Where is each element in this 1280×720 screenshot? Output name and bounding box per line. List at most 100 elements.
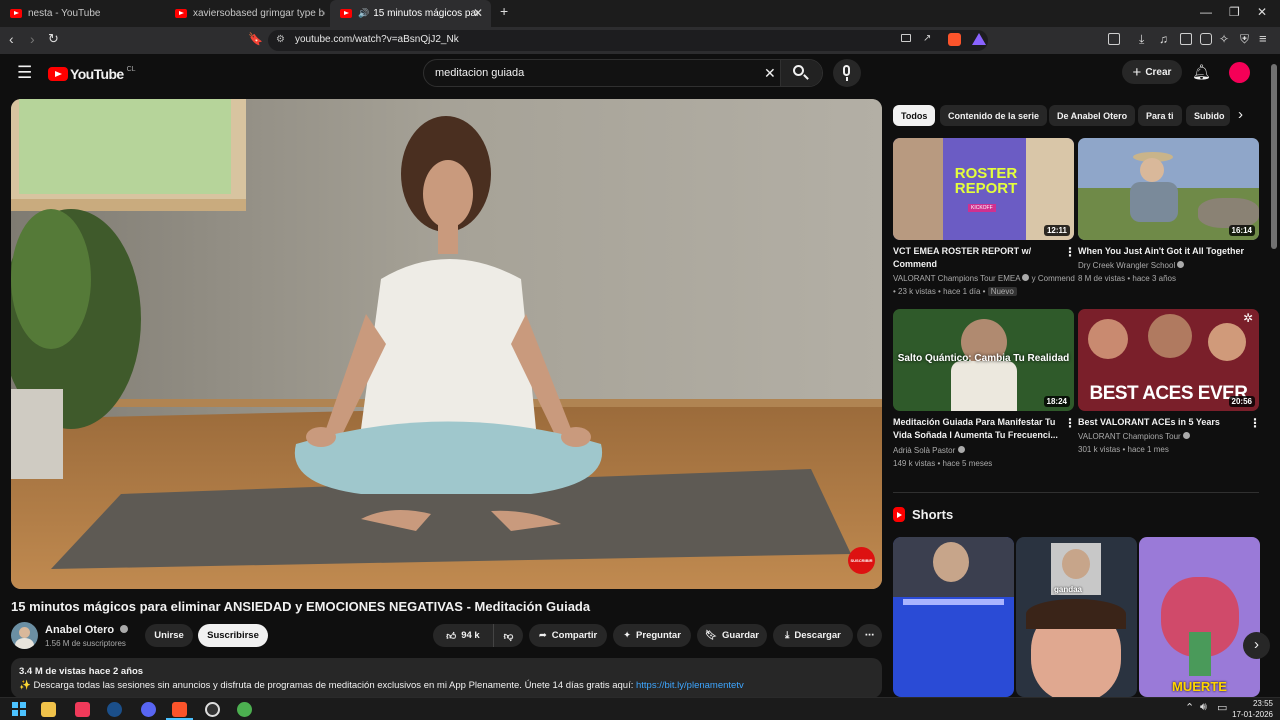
video-thumbnail[interactable]: ROSTER REPORT KICKOFF 12:11	[893, 138, 1074, 240]
clock[interactable]: 23:55 17-01-2026	[1229, 698, 1273, 720]
chips-next-icon[interactable]: ›	[1238, 106, 1243, 123]
download-button[interactable]: ⤓ Descargar	[773, 624, 853, 647]
video-player[interactable]: SUSCRIBIR	[11, 99, 882, 589]
view-count-date: 3.4 M de vistas hace 2 años	[19, 666, 144, 677]
divider	[893, 492, 1259, 493]
short-card[interactable]	[893, 537, 1014, 697]
join-button[interactable]: Unirse	[145, 624, 193, 647]
video-thumbnail[interactable]: Salto Quántico: Cambia Tu Realidad 18:24	[893, 309, 1074, 411]
bookmark-icon[interactable]: 🔖	[248, 32, 263, 46]
related-title[interactable]: When You Just Ain't Got it All Together	[1078, 245, 1246, 258]
site-settings-icon[interactable]: ⚙	[276, 34, 285, 45]
more-vertical-icon[interactable]: ⋮	[1064, 416, 1076, 430]
chip-series[interactable]: Contenido de la serie	[940, 105, 1048, 126]
shorts-header: Shorts	[893, 507, 953, 522]
downloads-icon[interactable]: ⤓	[1139, 32, 1144, 47]
back-icon[interactable]: ‹	[9, 31, 14, 47]
youtube-favicon-icon	[340, 9, 352, 18]
search-button[interactable]	[780, 60, 822, 86]
discord-icon[interactable]	[141, 702, 156, 717]
notifications-bell-icon[interactable]: 🔔︎	[1192, 63, 1211, 81]
volume-icon[interactable]: 🔊︎	[1200, 701, 1207, 714]
shorts-next-button[interactable]: ›	[1243, 632, 1270, 659]
guide-menu-icon[interactable]: ☰	[17, 63, 32, 83]
chip-all[interactable]: Todos	[893, 105, 936, 126]
tray-overflow-icon[interactable]: ⌃	[1185, 701, 1194, 714]
page-scrollbar[interactable]	[1271, 64, 1277, 249]
address-bar[interactable]: ⚙ youtube.com/watch?v=aBsnQjJ2_Nk ↗	[268, 30, 988, 51]
verified-icon	[1182, 432, 1190, 439]
subscribe-button[interactable]: Suscribirse	[198, 624, 268, 647]
share-button[interactable]: ➦ Compartir	[529, 624, 607, 647]
browser-tab[interactable]: xaviersobased grimgar type beat - Yo	[165, 0, 325, 27]
more-vertical-icon[interactable]: ⋮	[1249, 416, 1261, 430]
forward-icon[interactable]: ›	[30, 31, 35, 47]
media-icon[interactable]: ♫	[1159, 32, 1168, 46]
description-link[interactable]: https://bit.ly/plenamentetv	[636, 680, 744, 691]
brave-rewards-icon[interactable]	[972, 33, 986, 45]
chip-uploaded[interactable]: Subido	[1186, 105, 1230, 126]
cast-icon[interactable]	[901, 34, 911, 42]
leo-ai-icon[interactable]: ✧	[1219, 32, 1229, 46]
brave-browser-icon[interactable]	[172, 702, 187, 717]
chip-channel[interactable]: De Anabel Otero	[1049, 105, 1136, 126]
video-thumbnail[interactable]: BEST ACES EVER ✲ 20:56	[1078, 309, 1259, 411]
channel-name[interactable]: Anabel Otero	[45, 624, 114, 636]
dislike-button[interactable]: 👎︎	[493, 624, 523, 647]
chip-for-you[interactable]: Para ti	[1138, 105, 1182, 126]
browser-tab[interactable]: nesta - YouTube	[0, 0, 165, 27]
restore-icon[interactable]: ❐	[1229, 5, 1240, 19]
related-meta: 301 k vistas • hace 1 mes	[1078, 445, 1169, 454]
channel-avatar[interactable]	[11, 622, 38, 649]
related-channel[interactable]: VALORANT Champions Tour	[1078, 430, 1190, 443]
description-box[interactable]: 3.4 M de vistas hace 2 años ✨ Descarga t…	[11, 658, 882, 698]
like-button[interactable]: 👍︎ 94 k	[433, 624, 493, 647]
wallet-icon[interactable]	[1200, 33, 1212, 45]
more-vertical-icon[interactable]: ⋮	[1064, 245, 1076, 259]
account-avatar[interactable]	[1229, 62, 1250, 83]
menu-icon[interactable]: ≡	[1259, 31, 1267, 46]
network-icon[interactable]: ▭	[1217, 701, 1227, 714]
short-card[interactable]: gandaa	[1016, 537, 1137, 697]
reload-icon[interactable]: ↻	[48, 31, 59, 47]
channel-name-row[interactable]: Anabel Otero	[45, 624, 129, 636]
thumbs-up-icon: 👍︎	[446, 630, 457, 642]
tab-close-icon[interactable]: ✕	[473, 6, 483, 20]
youtube-logo[interactable]: YouTube CL	[48, 66, 136, 82]
clear-search-icon[interactable]: ✕	[764, 65, 776, 82]
windows-start-icon[interactable]	[12, 702, 27, 717]
app-icon[interactable]	[237, 702, 252, 717]
save-button[interactable]: 🔖︎ Guardar	[697, 624, 767, 647]
voice-search-button[interactable]	[833, 59, 861, 87]
ask-button[interactable]: ✦ Preguntar	[613, 624, 691, 647]
related-channel[interactable]: VALORANT Champions Tour EMEA y Commend	[893, 272, 1075, 285]
tab-search-icon[interactable]	[1108, 33, 1120, 45]
related-channel[interactable]: Dry Creek Wrangler School	[1078, 259, 1185, 272]
create-button[interactable]: + Crear	[1122, 60, 1182, 84]
related-title[interactable]: Best VALORANT ACEs in 5 Years	[1078, 416, 1246, 429]
youtube-favicon-icon	[10, 9, 22, 18]
brave-shields-icon[interactable]	[948, 33, 961, 46]
title-line: Best VALORANT ACEs in 5 Years	[1078, 417, 1220, 427]
steam-icon[interactable]	[107, 702, 122, 717]
vpn-shield-icon[interactable]: ⛨	[1240, 32, 1249, 47]
short-card[interactable]: MUERTE	[1139, 537, 1260, 697]
subscribe-watermark[interactable]: SUSCRIBIR	[848, 547, 875, 574]
related-title[interactable]: VCT EMEA ROSTER REPORT w/ Commend	[893, 245, 1058, 271]
search-input[interactable]: meditacion guiada ✕	[423, 59, 823, 87]
share-page-icon[interactable]: ↗	[923, 33, 931, 44]
more-actions-button[interactable]: ⋯	[857, 624, 882, 647]
new-tab-button[interactable]: +	[500, 3, 508, 19]
obs-icon[interactable]	[205, 702, 220, 717]
window-close-icon[interactable]: ✕	[1257, 5, 1267, 19]
related-meta: 8 M de vistas • hace 3 años	[1078, 274, 1176, 283]
sidebar-icon[interactable]	[1180, 33, 1192, 45]
file-explorer-icon[interactable]	[41, 702, 56, 717]
related-channel[interactable]: Adrià Solà Pastor	[893, 444, 965, 457]
minimize-icon[interactable]: —	[1200, 5, 1212, 19]
related-title[interactable]: Meditación Guiada Para Manifestar Tu Vid…	[893, 416, 1058, 442]
shorts-heading: Shorts	[912, 507, 954, 522]
music-app-icon[interactable]	[75, 702, 90, 717]
video-thumbnail[interactable]: 16:14	[1078, 138, 1259, 240]
browser-tab-active[interactable]: 🔊 15 minutos mágicos para elim ✕	[330, 0, 491, 27]
